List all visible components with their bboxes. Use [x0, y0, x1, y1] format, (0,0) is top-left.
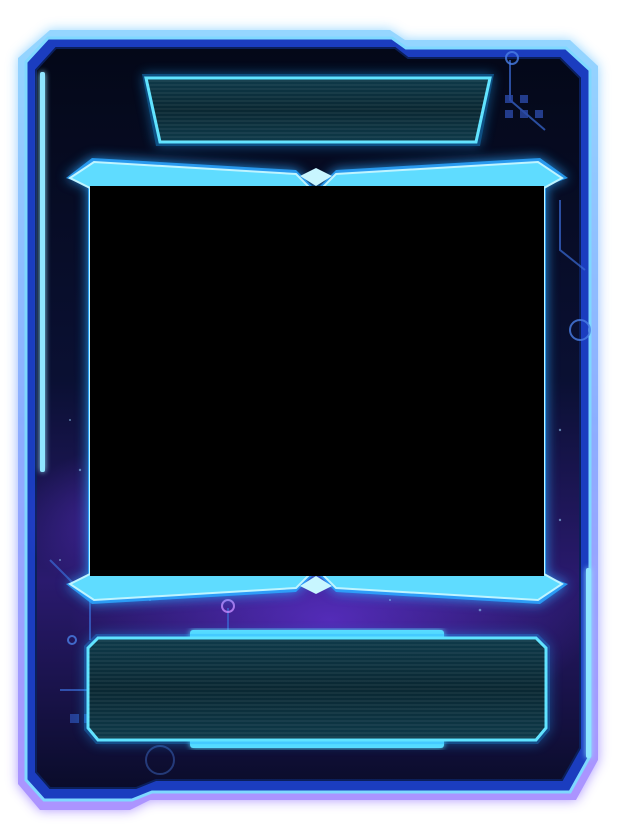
description-plate — [84, 630, 550, 748]
title-plate — [142, 74, 494, 146]
card-frame — [18, 30, 598, 810]
portrait-area — [90, 186, 544, 576]
portrait-frame — [66, 158, 568, 604]
